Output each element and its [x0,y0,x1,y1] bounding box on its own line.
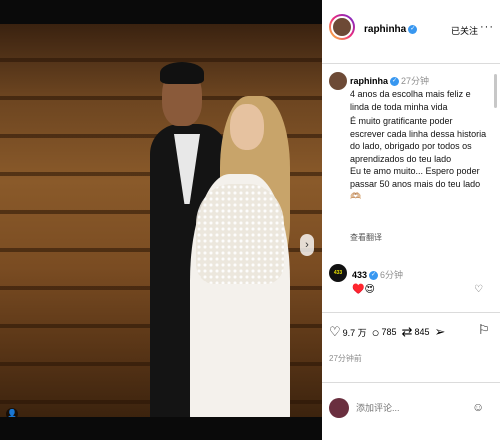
comment-author[interactable]: 433 [352,270,367,280]
repost-count: 845 [414,327,430,337]
comment-text: ♥️😍 [352,284,375,295]
photo-groom-hair [160,62,204,84]
comment-item: 433 433 ✓ 6分钟 ♥️😍 ♡ [322,264,500,304]
instagram-post-viewer: › 👤 raphinha ✓ 已关注 ··· raphinha ✓ 27分钟 4 an… [0,0,500,440]
verified-badge-icon: ✓ [369,271,379,281]
comment-time: 6分钟 [380,270,404,280]
caption-line: 4 anos da escolha mais feliz e linda de … [350,89,471,112]
author-name[interactable]: raphinha ✓ [364,24,418,35]
caption-line: Eu te amo muito... Espero poder passar 5… [350,166,481,201]
author-name-text[interactable]: raphinha [364,24,406,35]
user-tag-icon[interactable]: 👤 [6,408,18,417]
send-icon: ➢ [434,324,446,339]
media-top-bar [0,0,322,24]
caption-author-name[interactable]: raphinha [350,76,388,86]
post-timestamp: 27分钟前 [329,354,362,363]
current-user-avatar [329,398,349,418]
share-button[interactable]: ➢ [435,324,448,340]
author-avatar[interactable] [329,14,355,40]
heart-outline-icon[interactable]: ♡ [474,284,483,295]
comment-header: 433 ✓ 6分钟 [352,268,403,281]
follow-status-button[interactable]: 已关注 [451,24,478,37]
heart-icon: ♡ [329,324,341,339]
add-comment-input[interactable] [356,403,466,413]
repost-button[interactable]: ⇄ 845 [402,324,430,340]
add-comment-bar: ☺ [322,382,500,440]
media-bottom-bar [0,417,322,440]
caption-time: 27分钟 [401,76,430,86]
like-button[interactable]: ♡ 9.7 万 [329,324,367,340]
caption-text: 4 anos da escolha mais feliz e linda de … [350,88,488,203]
caption-author-avatar[interactable] [329,72,347,90]
post-header: raphinha ✓ 已关注 ··· [322,0,500,64]
comment-avatar[interactable]: 433 [329,264,347,282]
comment-count: 785 [381,327,397,337]
post-actions: ♡ 9.7 万 ○ 785 ⇄ 845 ➢ ⚐ 27分钟前 [322,312,500,382]
action-bar: ♡ 9.7 万 ○ 785 ⇄ 845 ➢ [329,324,452,340]
carousel-next-button[interactable]: › [300,234,314,256]
caption-header: raphinha ✓ 27分钟 [350,74,429,87]
more-options-icon[interactable]: ··· [480,21,494,33]
see-translation-link[interactable]: 查看翻译 [350,232,382,243]
post-photo[interactable]: › 👤 [0,24,322,417]
comment-button[interactable]: ○ 785 [372,325,397,340]
photo-bride-lace [196,184,284,284]
post-side-panel: raphinha ✓ 已关注 ··· raphinha ✓ 27分钟 4 anos d… [322,0,500,440]
photo-bride-head [230,104,264,150]
verified-badge-icon: ✓ [408,24,418,34]
verified-badge-icon: ✓ [390,77,400,87]
like-count: 9.7 万 [342,327,367,338]
emoji-picker-icon[interactable]: ☺ [472,400,484,414]
caption-line: É muito gratificante poder escrever cada… [350,116,487,164]
bookmark-icon[interactable]: ⚐ [478,322,490,338]
repost-icon: ⇄ [401,324,413,339]
comment-icon: ○ [371,324,380,340]
comments-scrollbar[interactable] [494,74,497,108]
